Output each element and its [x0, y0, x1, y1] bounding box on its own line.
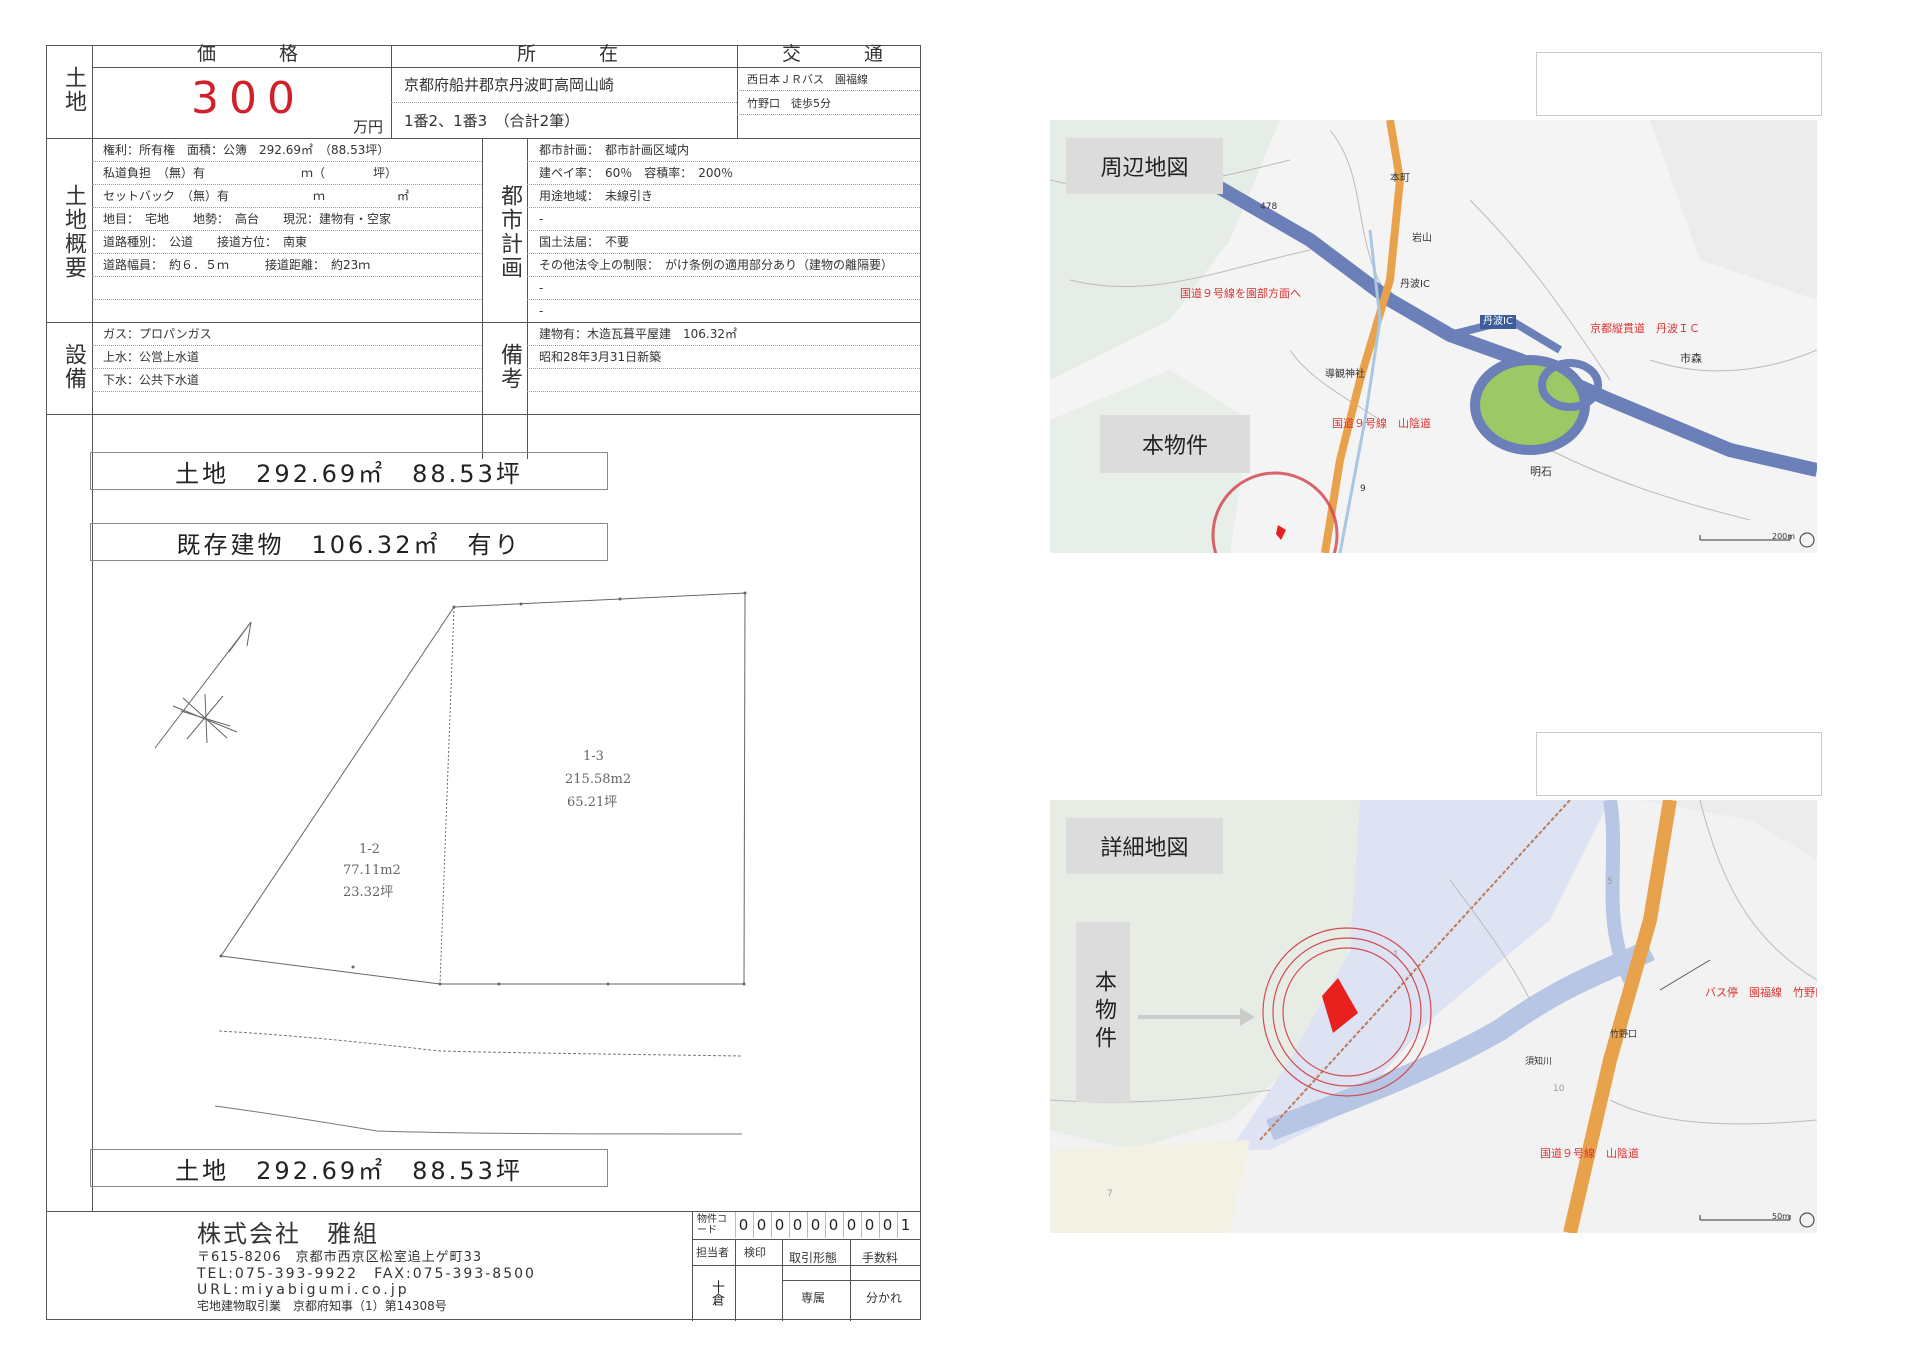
code-digit: 0 — [879, 1212, 895, 1238]
route9-to-sonobe-label: 国道９号線を園部方面へ — [1180, 287, 1301, 300]
river-label: 須知川 — [1525, 1057, 1553, 1067]
area-map: 周辺地図 本物件 国道９号線を園部方面へ 京都縦貫道 丹波ＩＣ 国道９号線 山陰… — [1050, 120, 1817, 553]
block-10-label: 10 — [1553, 1084, 1565, 1094]
lot-b-id: 1-3 — [583, 749, 604, 764]
takenoguchi-label: 竹野口 — [1610, 1030, 1638, 1040]
block-1-label: 1 — [1393, 950, 1399, 960]
lot-a-id: 1-2 — [359, 842, 380, 857]
lot-b-area-m2: 215.58m2 — [565, 772, 632, 787]
property-code: 0 0 0 0 0 0 0 0 0 1 — [735, 1212, 920, 1239]
shrine-label: 導観神社 — [1325, 369, 1365, 380]
staff-name: 十倉 — [709, 1280, 724, 1306]
company-phone-fax: TEL:075-393-9922 FAX:075-393-8500 — [197, 1266, 536, 1282]
area-map-title: 周辺地図 — [1066, 138, 1223, 194]
fee-label: 手数料 — [862, 1251, 899, 1265]
map-placeholder-top — [1536, 52, 1822, 116]
code-digit: 0 — [843, 1212, 859, 1238]
block-5-label: 5 — [1607, 877, 1613, 887]
property-sheet: 土地 価 格 所 在 交 通 300 万円 京都府船井郡京丹波町高岡山崎 1番2… — [46, 45, 921, 1321]
code-digit: 0 — [735, 1212, 751, 1238]
akashi-label: 明石 — [1530, 465, 1552, 478]
route-9-label: 9 — [1360, 484, 1366, 494]
motomachi-label: 本町 — [1390, 173, 1410, 184]
detail-route9-label: 国道９号線 山陰道 — [1540, 1147, 1639, 1160]
tamba-ic-label-2: 丹波IC — [1400, 279, 1430, 290]
compass-icon — [1799, 532, 1815, 548]
ichimori-label: 市森 — [1680, 352, 1702, 365]
tamba-ic-label: 丹波IC — [1480, 315, 1516, 329]
code-digit: 0 — [825, 1212, 841, 1238]
route-478-label: 478 — [1260, 202, 1278, 212]
route9-sanin-label: 国道９号線 山陰道 — [1332, 417, 1431, 430]
detail-map-title: 詳細地図 — [1066, 818, 1223, 874]
company-url[interactable]: URL:miyabigumi.co.jp — [197, 1283, 410, 1297]
north-compass-icon — [154, 621, 252, 749]
staff-label: 担当者 — [696, 1246, 729, 1259]
area-map-scale: 200m — [1772, 532, 1796, 541]
lot-b-area-tsubo: 65.21坪 — [567, 795, 618, 810]
lot-a-area-m2: 77.11m2 — [343, 863, 401, 878]
company-license: 宅地建物取引業 京都府知事（1）第14308号 — [197, 1299, 447, 1313]
map-placeholder-bottom — [1536, 732, 1822, 796]
bus-stop-label: バス停 園福線 竹野口 — [1705, 986, 1817, 999]
code-digit: 0 — [753, 1212, 769, 1238]
detail-map-scale: 50m — [1772, 1212, 1790, 1221]
fee-value: 分かれ — [866, 1291, 903, 1305]
detail-map: 詳細地図 本物件 バス停 園福線 竹野口 国道９号線 山陰道 須知川 竹野口 5… — [1050, 800, 1817, 1233]
code-digit: 0 — [789, 1212, 805, 1238]
company-postal-address: 〒615-8206 京都市西京区松室追上ゲ町33 — [197, 1250, 483, 1265]
code-digit: 0 — [807, 1212, 823, 1238]
transaction-value: 専属 — [801, 1291, 826, 1305]
iwayama-label: 岩山 — [1412, 233, 1432, 244]
detail-map-property-label: 本物件 — [1076, 922, 1130, 1102]
code-digit: 0 — [861, 1212, 877, 1238]
company-name: 株式会社 雅組 — [197, 1220, 379, 1248]
code-digit: 1 — [897, 1212, 913, 1238]
stamp-label: 検印 — [744, 1246, 766, 1259]
lot-a-area-tsubo: 23.32坪 — [343, 885, 394, 900]
kyoto-jukan-label: 京都縦貫道 丹波ＩＣ — [1590, 322, 1700, 335]
lot-survey-drawing — [154, 591, 747, 1135]
transaction-label: 取引形態 — [789, 1251, 838, 1265]
block-7-label: 7 — [1107, 1189, 1113, 1199]
area-map-property-label: 本物件 — [1100, 415, 1250, 473]
property-code-label: 物件コード — [697, 1214, 727, 1236]
code-digit: 0 — [771, 1212, 787, 1238]
